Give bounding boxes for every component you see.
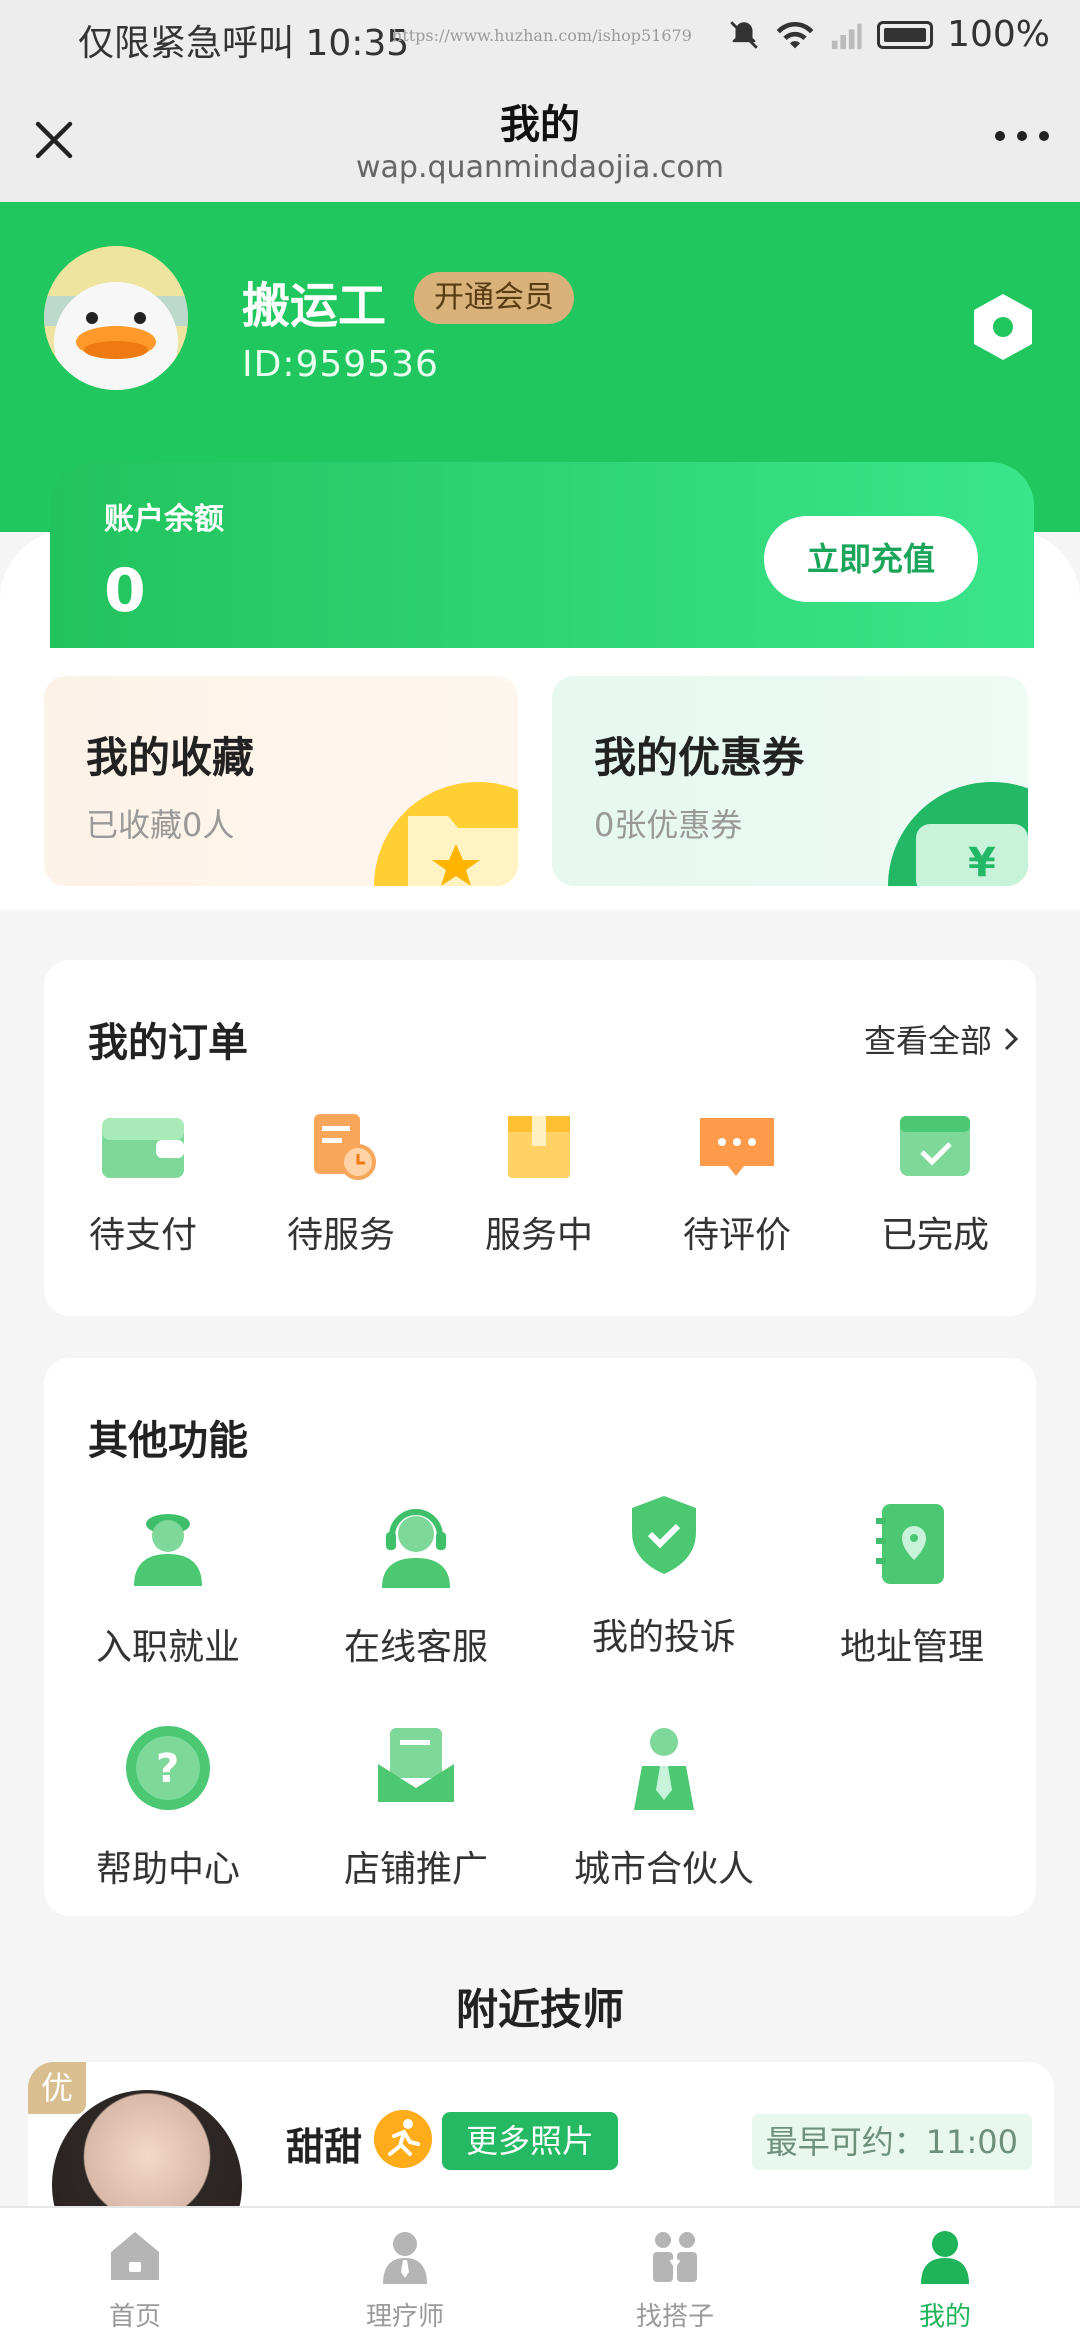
worker-icon xyxy=(134,1514,202,1586)
func-label: 城市合伙人 xyxy=(573,1849,754,1890)
order-item-label: 待评价 xyxy=(682,1215,791,1256)
title-bar: 我的 wap.quanmindaojia.com xyxy=(0,72,1080,202)
favorites-title: 我的收藏 xyxy=(86,733,255,782)
therapist-icon xyxy=(383,2232,427,2284)
technician-name: 甜甜 xyxy=(286,2125,363,2169)
other-functions-title: 其他功能 xyxy=(88,1418,248,1464)
tab-mine[interactable]: 我的 xyxy=(810,2208,1080,2340)
favorites-subtitle: 已收藏0人 xyxy=(86,806,235,844)
premium-tag: 优 xyxy=(28,2062,86,2114)
schedule-icon xyxy=(314,1114,376,1180)
svg-text:?: ? xyxy=(156,1746,179,1792)
avatar[interactable] xyxy=(44,246,188,390)
recharge-button[interactable]: 立即充值 xyxy=(764,516,978,602)
coupons-card[interactable]: 我的优惠券 0张优惠券 ¥ xyxy=(552,676,1028,886)
order-pending-review[interactable]: 待评价 xyxy=(638,1110,836,1258)
status-icons: 100% xyxy=(727,14,1050,55)
func-address[interactable]: 地址管理 xyxy=(788,1498,1036,1670)
see-all-orders-link[interactable]: 查看全部 xyxy=(864,1016,1020,1062)
favorites-card[interactable]: 我的收藏 已收藏0人 xyxy=(44,676,518,886)
chevron-right-icon xyxy=(1004,1027,1019,1051)
wallet-icon xyxy=(102,1118,184,1178)
page-title: 我的 xyxy=(500,102,580,148)
func-help-center[interactable]: ? 帮助中心 xyxy=(44,1720,292,1892)
address-book-icon xyxy=(876,1504,944,1584)
tab-label: 我的 xyxy=(918,2302,971,2332)
orders-title: 我的订单 xyxy=(88,1020,248,1066)
username: 搬运工 xyxy=(242,278,387,334)
headset-icon xyxy=(382,1509,450,1588)
tab-label: 找搭子 xyxy=(635,2302,714,2332)
box-icon xyxy=(508,1116,570,1178)
mail-icon xyxy=(378,1728,454,1802)
user-id: ID:959536 xyxy=(242,344,439,385)
orders-card: 我的订单 查看全部 待支付 待服务 服务中 待评价 已完成 xyxy=(44,960,1036,1316)
profile-icon xyxy=(921,2231,969,2284)
status-bar: 仅限紧急呼叫 10:35 https://www.huzhan.com/isho… xyxy=(0,0,1080,72)
duck-avatar-icon xyxy=(44,246,188,390)
page-url: wap.quanmindaojia.com xyxy=(356,150,724,185)
order-item-label: 待服务 xyxy=(286,1215,395,1256)
func-label: 地址管理 xyxy=(839,1627,984,1668)
nearby-title: 附近技师 xyxy=(455,1985,624,2034)
settings-icon[interactable] xyxy=(966,290,1040,364)
tab-home[interactable]: 首页 xyxy=(0,2208,270,2340)
order-item-label: 已完成 xyxy=(880,1215,989,1256)
order-pending-service[interactable]: 待服务 xyxy=(242,1110,440,1258)
order-in-service[interactable]: 服务中 xyxy=(440,1110,638,1258)
func-customer-service[interactable]: 在线客服 xyxy=(292,1498,540,1670)
func-label: 店铺推广 xyxy=(343,1849,488,1890)
url-watermark: https://www.huzhan.com/ishop51679 xyxy=(392,26,692,45)
coupons-subtitle: 0张优惠券 xyxy=(594,806,743,844)
func-employment[interactable]: 入职就业 xyxy=(44,1498,292,1670)
bottom-tab-bar: 首页 理疗师 找搭子 我的 xyxy=(0,2206,1080,2340)
tab-label: 理疗师 xyxy=(365,2302,444,2332)
func-label: 在线客服 xyxy=(343,1627,488,1668)
running-icon xyxy=(374,2110,432,2168)
order-item-label: 服务中 xyxy=(484,1215,593,1256)
balance-card: 账户余额 0 立即充值 xyxy=(50,462,1034,648)
order-completed[interactable]: 已完成 xyxy=(836,1110,1034,1258)
func-label: 入职就业 xyxy=(95,1627,240,1668)
comment-icon xyxy=(700,1118,774,1176)
coupon-wallet-icon: ¥ xyxy=(888,782,1028,886)
completed-icon xyxy=(900,1116,970,1176)
tab-label: 首页 xyxy=(108,2302,161,2332)
tab-find-partner[interactable]: 找搭子 xyxy=(540,2208,810,2340)
open-vip-button[interactable]: 开通会员 xyxy=(414,272,574,324)
more-photos-button[interactable]: 更多照片 xyxy=(442,2112,619,2170)
shield-check-icon xyxy=(632,1496,696,1574)
partner-find-icon xyxy=(653,2232,697,2282)
see-all-label: 查看全部 xyxy=(863,1022,992,1060)
coupons-title: 我的优惠券 xyxy=(594,733,805,782)
svg-text:¥: ¥ xyxy=(968,840,996,886)
wifi-icon xyxy=(776,21,814,48)
func-label: 我的投诉 xyxy=(591,1617,736,1658)
battery-icon xyxy=(877,20,934,49)
other-functions-card: 其他功能 入职就业 在线客服 我的投诉 地址管理 ? 帮助中心 店铺推广 城市合… xyxy=(44,1358,1036,1916)
func-city-partner[interactable]: 城市合伙人 xyxy=(540,1720,788,1892)
status-time: 仅限紧急呼叫 10:35 xyxy=(78,23,410,64)
func-store-promotion[interactable]: 店铺推广 xyxy=(292,1720,540,1892)
balance-value: 0 xyxy=(104,556,146,626)
partner-icon xyxy=(634,1728,694,1810)
more-icon[interactable] xyxy=(994,126,1050,146)
mute-bell-icon xyxy=(730,20,758,49)
balance-label: 账户余额 xyxy=(104,502,224,537)
signal-icon xyxy=(831,23,862,49)
help-icon: ? xyxy=(126,1726,210,1810)
battery-percent: 100% xyxy=(947,14,1050,55)
tab-therapist[interactable]: 理疗师 xyxy=(270,2208,540,2340)
func-complaints[interactable]: 我的投诉 xyxy=(540,1488,788,1660)
earliest-available: 最早可约：11:00 xyxy=(751,2114,1032,2170)
order-item-label: 待支付 xyxy=(88,1215,197,1256)
func-label: 帮助中心 xyxy=(95,1849,240,1890)
folder-star-icon xyxy=(374,782,518,886)
order-pending-payment[interactable]: 待支付 xyxy=(44,1110,242,1258)
home-icon xyxy=(111,2232,159,2280)
